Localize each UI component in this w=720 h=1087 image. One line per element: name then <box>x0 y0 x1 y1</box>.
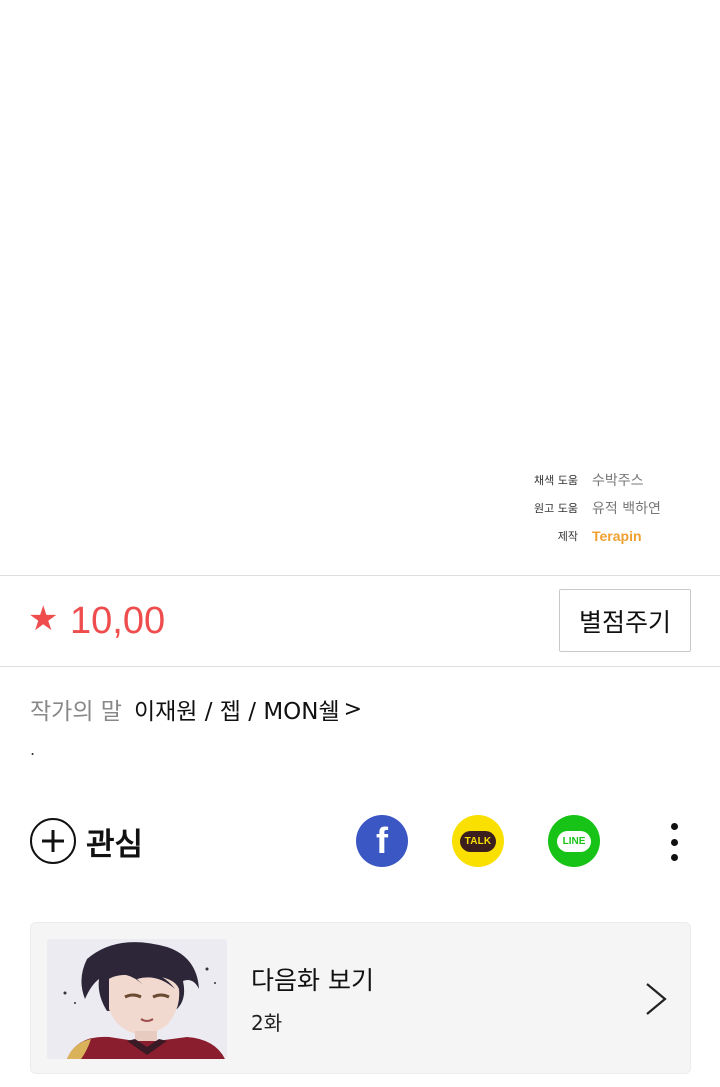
credit-role: 채색 도움 <box>534 474 578 487</box>
episode-thumbnail <box>47 939 227 1059</box>
comic-viewer: 채색 도움 수박주스 원고 도움 유적 백하연 제작 Terapin <box>0 0 720 575</box>
dot <box>670 823 678 830</box>
facebook-share-button[interactable]: f <box>356 815 408 867</box>
plus-circle-icon <box>30 818 76 864</box>
chevron-right-icon: > <box>343 696 363 722</box>
credit-role: 제작 <box>557 530 578 543</box>
author-note-text: . <box>30 740 36 759</box>
dot <box>670 854 678 861</box>
star-icon: ★ <box>28 599 59 639</box>
credits: 채색 도움 수박주스 원고 도움 유적 백하연 제작 Terapin <box>504 466 704 550</box>
line-share-button[interactable]: LINE <box>548 815 600 867</box>
kakaotalk-icon: TALK <box>459 830 497 852</box>
credit-row: 제작 Terapin <box>504 522 704 550</box>
credit-role: 원고 도움 <box>534 502 578 515</box>
credit-row: 채색 도움 수박주스 <box>504 466 704 494</box>
facebook-icon: f <box>376 820 388 861</box>
more-vertical-icon[interactable] <box>660 818 688 866</box>
author-names: 이재원 / 젭 / MON쉘 <box>133 699 340 725</box>
rating-score: 10,00 <box>70 600 166 642</box>
rating-section: ★ 10,00 별점주기 <box>0 576 720 666</box>
line-icon: LINE <box>556 830 592 852</box>
character-illustration <box>47 939 227 1059</box>
chevron-right-icon <box>646 983 667 1015</box>
action-bar: 관심 f TALK LINE <box>0 810 720 872</box>
favorite-button[interactable]: 관심 <box>30 817 143 865</box>
kakaotalk-share-button[interactable]: TALK <box>452 815 504 867</box>
next-episode-title: 다음화 보기 <box>251 966 374 995</box>
credit-name: 수박주스 <box>592 473 644 489</box>
studio-logo: Terapin <box>592 528 642 544</box>
favorite-label: 관심 <box>86 826 144 863</box>
credit-row: 원고 도움 유적 백하연 <box>504 494 704 522</box>
author-link[interactable]: 작가의 말 이재원 / 젭 / MON쉘 > <box>30 692 362 726</box>
dot <box>670 838 678 846</box>
author-note-label: 작가의 말 <box>30 699 122 725</box>
next-episode-card[interactable]: 다음화 보기 2화 <box>30 922 691 1074</box>
rate-button[interactable]: 별점주기 <box>559 589 691 652</box>
credit-name: 유적 백하연 <box>592 501 661 517</box>
divider <box>0 666 720 667</box>
next-episode-number: 2화 <box>251 1011 283 1035</box>
